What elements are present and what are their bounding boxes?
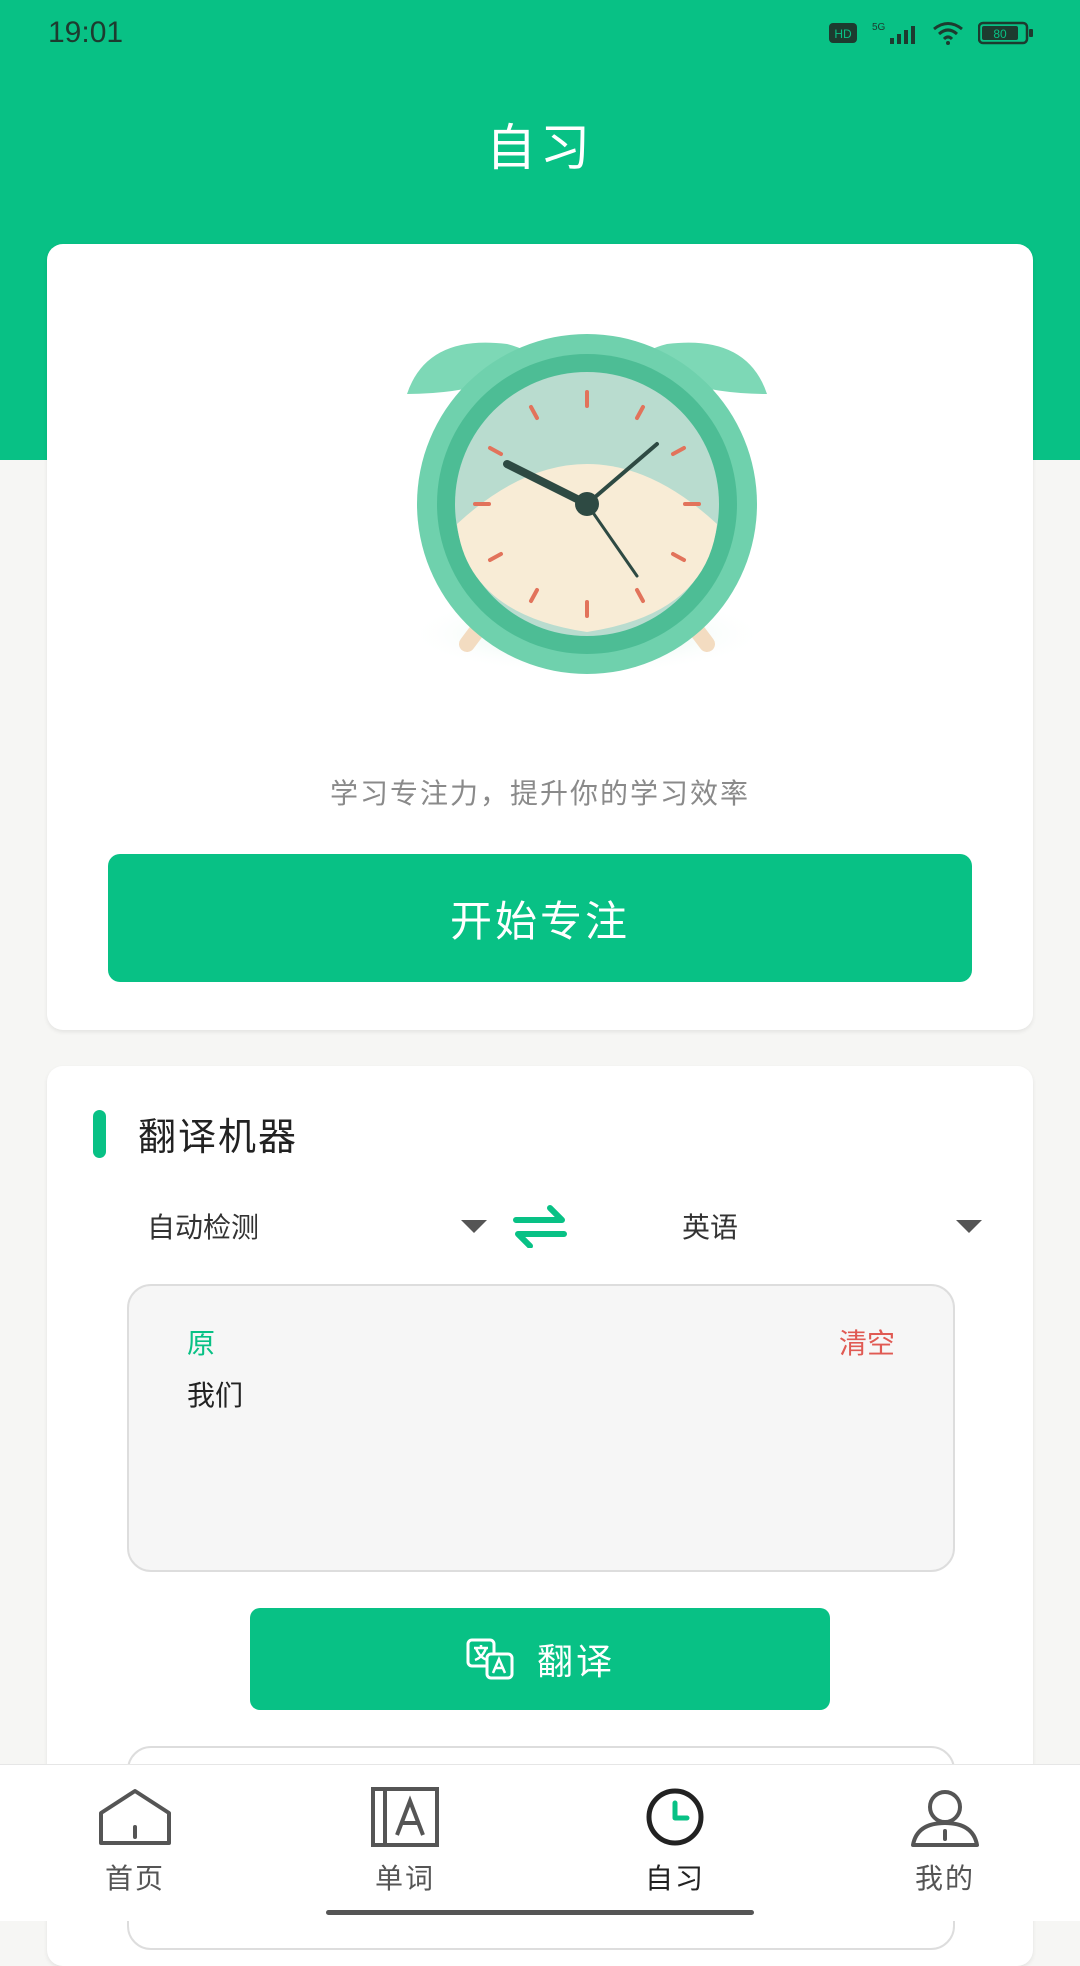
status-time: 19:01 <box>48 16 124 49</box>
wifi-icon <box>933 22 963 45</box>
source-text-area[interactable]: 原 清空 我们 <box>127 1284 955 1572</box>
chevron-down-icon <box>956 1219 982 1233</box>
tab-words[interactable]: 单词 <box>270 1765 540 1921</box>
focus-subtitle: 学习专注力，提升你的学习效率 <box>329 777 750 810</box>
section-header: 翻译机器 <box>93 1106 298 1161</box>
hd-icon: HD <box>829 23 857 43</box>
battery-icon: 80 <box>978 21 1033 45</box>
source-language-select[interactable]: 自动检测 <box>147 1196 487 1256</box>
section-accent-bar <box>93 1109 106 1158</box>
clear-button[interactable]: 清空 <box>839 1322 895 1362</box>
target-language-label: 英语 <box>682 1211 739 1244</box>
tab-label: 我的 <box>914 1862 975 1895</box>
tab-label: 首页 <box>104 1862 165 1895</box>
tab-label: 自习 <box>644 1862 705 1895</box>
svg-text:HD: HD <box>834 27 852 41</box>
status-icons: HD 5G 80 <box>828 20 1034 46</box>
translate-button-label: 翻译 <box>536 1642 615 1683</box>
focus-card: 学习专注力，提升你的学习效率 开始专注 <box>47 244 1033 1030</box>
source-text[interactable]: 我们 <box>187 1374 243 1414</box>
source-tag: 原 <box>187 1327 216 1360</box>
tab-home[interactable]: 首页 <box>0 1765 270 1921</box>
profile-icon <box>911 1790 979 1847</box>
status-bar: 19:01 HD 5G 80 <box>0 0 1080 70</box>
home-icon <box>99 1789 171 1845</box>
alarm-clock-icon <box>407 334 767 674</box>
tab-profile[interactable]: 我的 <box>810 1765 1080 1921</box>
language-row: 自动检测 英语 <box>47 1196 1033 1256</box>
section-title: 翻译机器 <box>138 1115 299 1159</box>
translate-button[interactable]: 翻译 <box>250 1608 830 1710</box>
bottom-tab-bar: 首页 单词 自习 我的 <box>0 1764 1080 1921</box>
tab-label: 单词 <box>374 1862 435 1895</box>
word-book-icon <box>371 1787 439 1847</box>
page-title: 自习 <box>486 119 594 177</box>
swap-arrows-icon[interactable] <box>512 1204 568 1248</box>
chevron-down-icon <box>461 1219 487 1233</box>
translate-icon <box>466 1638 514 1680</box>
source-language-label: 自动检测 <box>147 1211 260 1244</box>
start-focus-button[interactable]: 开始专注 <box>108 854 972 982</box>
svg-text:5G: 5G <box>872 22 886 33</box>
svg-text:80: 80 <box>993 27 1007 41</box>
tab-study[interactable]: 自习 <box>540 1765 810 1921</box>
5g-signal-icon: 5G <box>872 22 915 44</box>
home-indicator[interactable] <box>326 1910 754 1915</box>
clock-icon <box>646 1788 704 1846</box>
target-language-select[interactable]: 英语 <box>682 1196 982 1256</box>
